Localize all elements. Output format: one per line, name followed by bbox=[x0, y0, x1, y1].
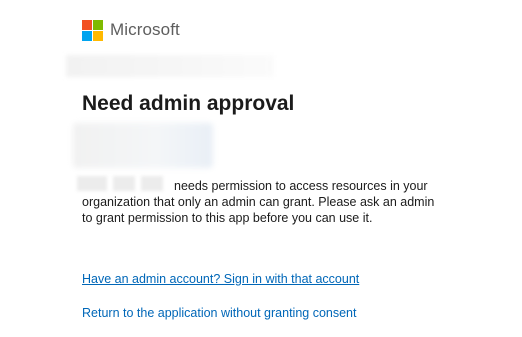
microsoft-logo-icon bbox=[82, 19, 103, 41]
admin-approval-page: Microsoft Need admin approval needs perm… bbox=[0, 0, 522, 337]
brand-name: Microsoft bbox=[110, 20, 180, 39]
return-without-consent-link[interactable]: Return to the application without granti… bbox=[82, 306, 356, 320]
admin-signin-link[interactable]: Have an admin account? Sign in with that… bbox=[82, 272, 359, 286]
microsoft-brand: Microsoft bbox=[82, 19, 180, 41]
redacted-app-logo bbox=[73, 123, 213, 168]
page-title: Need admin approval bbox=[82, 92, 295, 115]
redacted-account-identifier bbox=[66, 55, 274, 77]
permission-description: needs permission to access resources in … bbox=[82, 179, 435, 225]
